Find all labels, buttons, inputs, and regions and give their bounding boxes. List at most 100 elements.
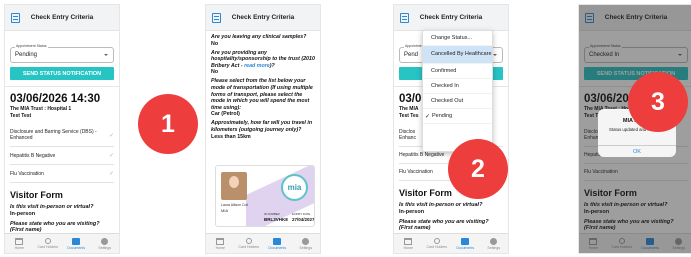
mia-logo: mia — [281, 174, 308, 201]
header: Check Entry Criteria — [5, 5, 119, 31]
tab-label: Card Holders — [426, 245, 448, 249]
screen-3: Check Entry Criteria Appointment Status … — [393, 4, 509, 254]
status-value: Pending — [15, 52, 38, 58]
question: Are you providing any hospitality/sponso… — [211, 50, 315, 70]
tab-card-holders[interactable]: Card Holders — [34, 234, 63, 253]
tab-card-holders[interactable]: Card Holders — [423, 234, 452, 253]
gear-icon — [302, 237, 310, 245]
question: Is this visit in-person or virtual? — [10, 204, 94, 210]
search-icon — [44, 238, 51, 244]
document-icon[interactable] — [400, 13, 409, 23]
check-label: Hepatitis B Negative — [10, 152, 56, 159]
answer: In-person — [10, 210, 36, 217]
document-icon[interactable] — [212, 13, 221, 23]
check-label: Flu Vaccination — [399, 169, 433, 175]
dropdown-header: Change Status... — [423, 31, 492, 46]
screen-2: Check Entry Criteria Are you leaving any… — [205, 4, 321, 254]
chevron-down-icon — [104, 54, 108, 56]
status-dropdown: Change Status... Cancelled By Healthcare… — [422, 30, 493, 152]
dropdown-option[interactable]: Checked Out — [423, 94, 492, 109]
status-value: Pend — [404, 52, 419, 58]
question: Please select from the list below your m… — [211, 78, 313, 111]
dropdown-option[interactable]: Checked In — [423, 79, 492, 94]
home-icon — [216, 237, 225, 245]
tab-label: Home — [215, 245, 225, 250]
appointment-name: Test Test — [10, 113, 32, 119]
check-label: Hepatitis B Negative — [399, 152, 445, 158]
question: Is this visit in-person or virtual? — [399, 202, 483, 208]
tab-label: Documents — [67, 245, 86, 250]
appointment-site: The MIA Trust : Hospital 1 — [10, 106, 72, 112]
home-icon — [15, 237, 24, 245]
check-row: Hepatitis B Negative ✓ — [10, 147, 114, 165]
tab-label: Settings — [98, 245, 112, 250]
tab-label: Documents — [456, 245, 475, 250]
answer: In-person — [399, 208, 425, 215]
answer: Less than 15km — [211, 133, 251, 140]
tab-label: Card Holders — [37, 245, 59, 249]
dropdown-option[interactable]: Cancelled By Healthcare — [423, 46, 492, 64]
tab-label: Home — [403, 245, 413, 250]
check-label: Flu Vaccination — [10, 170, 44, 177]
dropdown-option-selected[interactable]: ✓ Pending — [423, 109, 492, 124]
tab-documents[interactable]: Documents — [62, 234, 91, 253]
tab-bar: Home Card Holders Documents Settings — [206, 233, 320, 253]
tab-card-holders[interactable]: Card Holders — [235, 234, 264, 253]
question: Approximately, how far will you travel i… — [211, 120, 313, 134]
gear-icon — [101, 237, 109, 245]
check-row: Disclosure and Barring Service (DBS) - E… — [10, 121, 114, 147]
document-icon[interactable] — [11, 13, 20, 23]
check-label: Disclosure and Barring Service (DBS) - E… — [10, 129, 97, 141]
tab-label: Settings — [299, 245, 313, 250]
folder-icon — [273, 237, 282, 245]
appointment-date: 03/06/2026 14:30 — [10, 93, 101, 105]
expiry-label: EXPIRY DATE — [292, 212, 311, 216]
search-icon — [245, 238, 252, 244]
step-badge: 1 — [138, 94, 198, 154]
tab-home[interactable]: Home — [394, 234, 423, 253]
answer: No — [211, 40, 219, 47]
header-title: Check Entry Criteria — [30, 14, 94, 21]
status-select[interactable]: Appointment Status Pending — [10, 44, 114, 63]
check-icon: ✓ — [108, 132, 114, 139]
tab-label: Settings — [487, 245, 501, 250]
screen-4: Check Entry Criteria Appointment Status … — [578, 4, 691, 254]
dropdown-option[interactable]: Confirmed — [423, 64, 492, 79]
step-badge: 3 — [628, 72, 688, 132]
card-holder-org: MIA — [221, 208, 229, 213]
avatar — [221, 172, 247, 200]
tab-home[interactable]: Home — [5, 234, 34, 253]
screen-1: Check Entry Criteria Appointment Status … — [4, 4, 120, 254]
tab-label: Home — [14, 245, 24, 250]
tab-settings[interactable]: Settings — [480, 234, 509, 253]
check-icon: ✓ — [108, 153, 114, 159]
send-status-button[interactable]: SEND STATUS NOTIFICATION — [10, 67, 114, 80]
alert-ok-button[interactable]: OK — [598, 145, 676, 157]
answer: No — [211, 69, 219, 76]
appointment-info: 03/06/2026 14:30 The MIA Trust : Hospita… — [5, 86, 119, 121]
search-icon — [433, 238, 440, 244]
expiry-date: 27/04/2027 — [292, 217, 315, 222]
tab-documents[interactable]: Documents — [263, 234, 292, 253]
header-title: Check Entry Criteria — [419, 14, 483, 21]
header: Check Entry Criteria — [206, 5, 320, 31]
visitor-form-answers: Are you leaving any clinical samples? No… — [206, 34, 320, 140]
tab-home[interactable]: Home — [206, 234, 235, 253]
tab-documents[interactable]: Documents — [451, 234, 480, 253]
tab-settings[interactable]: Settings — [292, 234, 321, 253]
header: Check Entry Criteria — [394, 5, 508, 31]
tab-bar: Home Card Holders Documents Settings — [5, 233, 119, 253]
gear-icon — [490, 237, 498, 245]
step-badge: 2 — [448, 139, 508, 199]
question: Please state who you are visiting? (Firs… — [399, 218, 489, 232]
id-number: BRL3VHK8 — [264, 217, 288, 222]
option-label: Pending — [432, 113, 453, 119]
id-number-label: ID NUMBER — [264, 212, 280, 216]
chevron-down-icon — [493, 54, 497, 56]
answer: Car (Petrol) — [211, 111, 240, 118]
tab-label: Card Holders — [238, 245, 260, 249]
tab-settings[interactable]: Settings — [91, 234, 120, 253]
tab-label: Documents — [268, 245, 287, 250]
read-more-link[interactable]: read more — [244, 63, 270, 69]
question-text: )? — [269, 62, 275, 69]
